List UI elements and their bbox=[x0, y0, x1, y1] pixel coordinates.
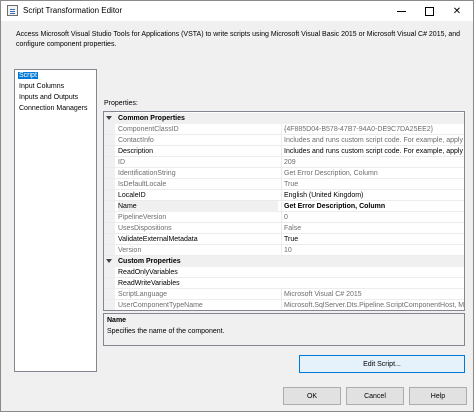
window-title: Script Transformation Editor bbox=[23, 6, 123, 15]
property-row-scriptlanguage[interactable]: ScriptLanguage Microsoft Visual C# 2015 bbox=[104, 289, 464, 300]
nav-item-inputs-and-outputs[interactable]: Inputs and Outputs bbox=[15, 92, 96, 103]
property-row-usesdispositions[interactable]: UsesDispositions False bbox=[104, 223, 464, 234]
properties-label: Properties: bbox=[104, 100, 138, 107]
maximize-button[interactable] bbox=[415, 1, 443, 21]
ok-button[interactable]: OK bbox=[283, 387, 341, 405]
maximize-icon bbox=[424, 6, 434, 16]
property-row-componentclassid[interactable]: ComponentClassID {4F885D04-B578-47B7-94A… bbox=[104, 124, 464, 135]
property-row-identificationstring[interactable]: IdentificationString Get Error Descripti… bbox=[104, 168, 464, 179]
edit-script-button[interactable]: Edit Script... bbox=[299, 355, 465, 373]
property-row-isdefaultlocale[interactable]: IsDefaultLocale True bbox=[104, 179, 464, 190]
editor-description: Access Microsoft Visual Studio Tools for… bbox=[16, 31, 461, 48]
script-transformation-editor-window: Script Transformation Editor ✕ Access Mi… bbox=[0, 0, 474, 412]
help-description: Specifies the name of the component. bbox=[107, 328, 225, 335]
nav-item-input-columns[interactable]: Input Columns bbox=[15, 81, 96, 92]
category-common-properties[interactable]: Common Properties bbox=[104, 113, 464, 124]
minimize-button[interactable] bbox=[387, 1, 415, 21]
property-row-version[interactable]: Version 10 bbox=[104, 245, 464, 256]
property-row-description[interactable]: Description Includes and runs custom scr… bbox=[104, 146, 464, 157]
collapse-icon[interactable] bbox=[106, 116, 112, 120]
minimize-icon bbox=[396, 10, 406, 12]
cancel-button[interactable]: Cancel bbox=[346, 387, 404, 405]
property-row-name[interactable]: Name Get Error Description, Column bbox=[104, 201, 464, 212]
property-row-pipelineversion[interactable]: PipelineVersion 0 bbox=[104, 212, 464, 223]
property-row-contactinfo[interactable]: ContactInfo Includes and runs custom scr… bbox=[104, 135, 464, 146]
nav-item-connection-managers[interactable]: Connection Managers bbox=[15, 103, 96, 114]
page-navigation-list: Script Input Columns Inputs and Outputs … bbox=[14, 69, 97, 372]
property-row-id[interactable]: ID 209 bbox=[104, 157, 464, 168]
property-grid: Common Properties ComponentClassID {4F88… bbox=[103, 111, 465, 311]
property-help-panel: Name Specifies the name of the component… bbox=[103, 313, 465, 346]
help-title: Name bbox=[107, 317, 127, 324]
close-icon: ✕ bbox=[452, 5, 462, 17]
property-row-readwritevariables[interactable]: ReadWriteVariables bbox=[104, 278, 464, 289]
property-row-usercomponenttypename[interactable]: UserComponentTypeName Microsoft.SqlServe… bbox=[104, 300, 464, 310]
property-row-readonlyvariables[interactable]: ReadOnlyVariables bbox=[104, 267, 464, 278]
category-custom-properties[interactable]: Custom Properties bbox=[104, 256, 464, 267]
app-icon bbox=[7, 5, 18, 16]
property-row-localeid[interactable]: LocaleID English (United Kingdom) bbox=[104, 190, 464, 201]
title-bar[interactable]: Script Transformation Editor ✕ bbox=[1, 1, 473, 21]
collapse-icon[interactable] bbox=[106, 259, 112, 263]
nav-item-script[interactable]: Script bbox=[15, 70, 96, 81]
property-row-validateexternalmetadata[interactable]: ValidateExternalMetadata True bbox=[104, 234, 464, 245]
help-button[interactable]: Help bbox=[409, 387, 467, 405]
close-button[interactable]: ✕ bbox=[443, 1, 471, 21]
